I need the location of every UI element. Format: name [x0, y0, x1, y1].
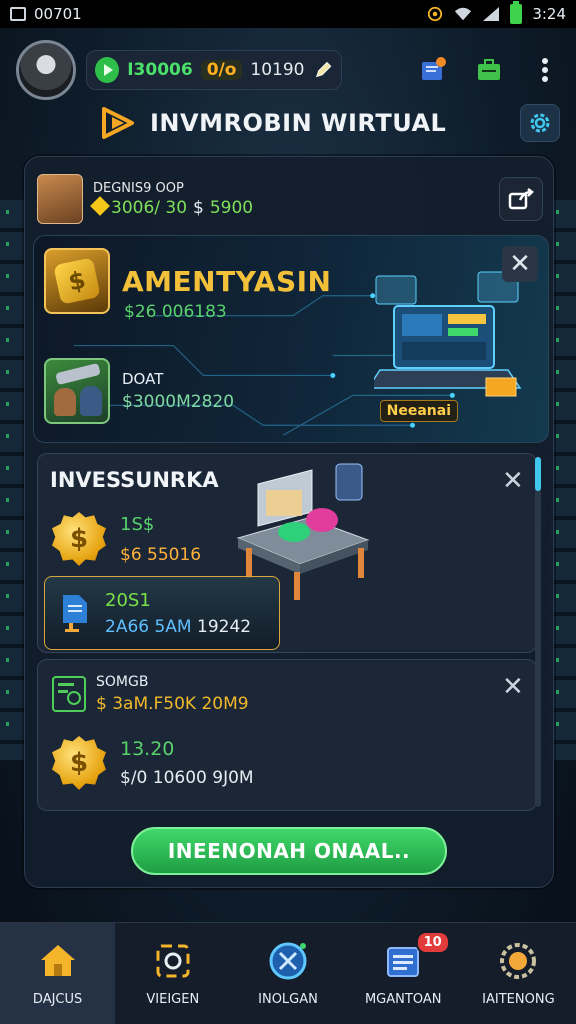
daily-offer-row[interactable]: DEGNIS9 OOP 3006/ 30 $ 5900 [37, 167, 543, 231]
document-icon [63, 595, 87, 632]
top-header: I30006 0/o 10190 [16, 36, 560, 104]
avatar[interactable] [16, 40, 76, 100]
invest-doc-row[interactable]: 20S1 2A66 5AM 19242 [44, 576, 280, 650]
characters-thumbnail [44, 358, 110, 424]
gold-coins-thumbnail: $ [44, 248, 110, 314]
nav-label: VIEIGEN [146, 992, 200, 1007]
featured-banner[interactable]: $ AMENTYASIN $26 006183 DOAT $3000M2820 … [33, 235, 549, 443]
coin-icon: $ [53, 257, 101, 305]
wifi-icon [455, 7, 472, 21]
featured-item-value: $3000M2820 [122, 392, 235, 412]
resource-pill[interactable]: I30006 0/o 10190 [86, 50, 342, 90]
bottom-nav: DAJCUS VIEIGEN INOLGAN MGANTOAN 10 IAITE… [0, 922, 576, 1024]
nav-item-settings[interactable]: IAITENONG [461, 923, 576, 1024]
main-panel: DEGNIS9 OOP 3006/ 30 $ 5900 $ AMENTYASIN [24, 156, 554, 888]
page-title: INVMROBIN WIRTUAL [150, 109, 447, 137]
play-currency-icon [95, 57, 120, 83]
coin-icon [90, 195, 110, 216]
brand-play-logo-icon [102, 107, 134, 139]
coin-icon: $ [52, 736, 106, 790]
close-icon[interactable]: ✕ [502, 672, 524, 702]
briefcase-icon[interactable] [474, 55, 504, 85]
primary-action-button[interactable]: INEENONAH ONAAL.. [131, 827, 447, 875]
nav-item-home[interactable]: DAJCUS [0, 923, 116, 1024]
quest-book-icon[interactable] [418, 55, 448, 85]
share-button[interactable] [499, 177, 543, 221]
currency-sign: $ [193, 197, 204, 218]
laptop-hologram-illustration [374, 271, 522, 397]
daily-offer-thumbnail [37, 174, 83, 224]
invest-value-b: $6 55016 [120, 544, 202, 565]
doc-stat-b: 19242 [197, 616, 252, 637]
nav-label: IAITENONG [482, 992, 555, 1007]
gear-coin-icon [500, 943, 537, 979]
featured-tag: Neeanai [379, 400, 458, 422]
settings-button[interactable] [520, 104, 560, 142]
nav-item-camera[interactable]: VIEIGEN [115, 923, 230, 1024]
share-icon [508, 188, 534, 210]
currency-primary: I30006 [127, 60, 193, 80]
close-icon[interactable]: ✕ [502, 466, 524, 496]
battery-icon [510, 1, 523, 24]
card2-label: SOMGB [96, 674, 149, 690]
nav-item-target[interactable]: INOLGAN [230, 923, 345, 1024]
percent-badge: 0/o [200, 60, 243, 80]
invest-value-a: 1S$ [120, 513, 155, 535]
status-left-text: 00701 [34, 5, 82, 23]
doc-stat-a: 2A66 5AM [105, 616, 192, 637]
invest-card-title: INVESSUNRKA [50, 468, 219, 492]
title-row: INVMROBIN WIRTUAL [100, 102, 560, 144]
featured-title: AMENTYASIN [122, 264, 332, 298]
server-rack-left-decoration [0, 200, 26, 760]
gallery-notification-icon [10, 7, 26, 21]
nav-item-documents[interactable]: MGANTOAN 10 [346, 923, 461, 1024]
signal-icon [483, 7, 500, 21]
featured-subtitle: $26 006183 [124, 302, 227, 322]
target-cross-icon [269, 942, 307, 980]
currency-secondary: 10190 [250, 60, 305, 80]
coin-icon: $ [52, 512, 106, 566]
daily-offer-value-b: 5900 [209, 197, 254, 218]
scrollbar-thumb[interactable] [535, 457, 541, 491]
secondary-card[interactable]: SOMGB $ 3aM.F50K 20M9 ✕ $ 13.20 $/0 1060… [37, 659, 537, 811]
featured-item-name: DOAT [122, 370, 164, 388]
nav-label: INOLGAN [258, 992, 318, 1007]
daily-offer-label: DEGNIS9 OOP [93, 180, 184, 196]
card2-amount: 13.20 [120, 738, 175, 760]
card2-detail: $/0 10600 9J0M [120, 768, 254, 788]
status-time: 3:24 [532, 5, 566, 23]
card2-value: $ 3aM.F50K 20M9 [96, 694, 249, 714]
close-icon[interactable]: ✕ [502, 246, 538, 282]
more-vert-icon[interactable] [530, 55, 560, 85]
gear-icon [530, 113, 550, 133]
nav-label: MGANTOAN [364, 992, 442, 1007]
camera-refresh-icon [156, 944, 190, 978]
invest-card[interactable]: INVESSUNRKA ✕ $ 1S$ $6 55016 20S1 2A66 5… [37, 453, 537, 653]
notification-badge-icon [428, 6, 443, 22]
edit-pen-icon[interactable] [313, 59, 334, 81]
money-bill-icon [52, 676, 86, 712]
scrollbar-track[interactable] [535, 457, 541, 807]
home-icon [40, 945, 75, 976]
nav-label: DAJCUS [32, 992, 83, 1007]
daily-offer-value-a: 3006/ 30 [111, 197, 188, 218]
status-bar: 00701 3:24 [0, 0, 576, 28]
doc-value: 20S1 [105, 589, 151, 611]
notification-badge: 10 [415, 931, 450, 954]
